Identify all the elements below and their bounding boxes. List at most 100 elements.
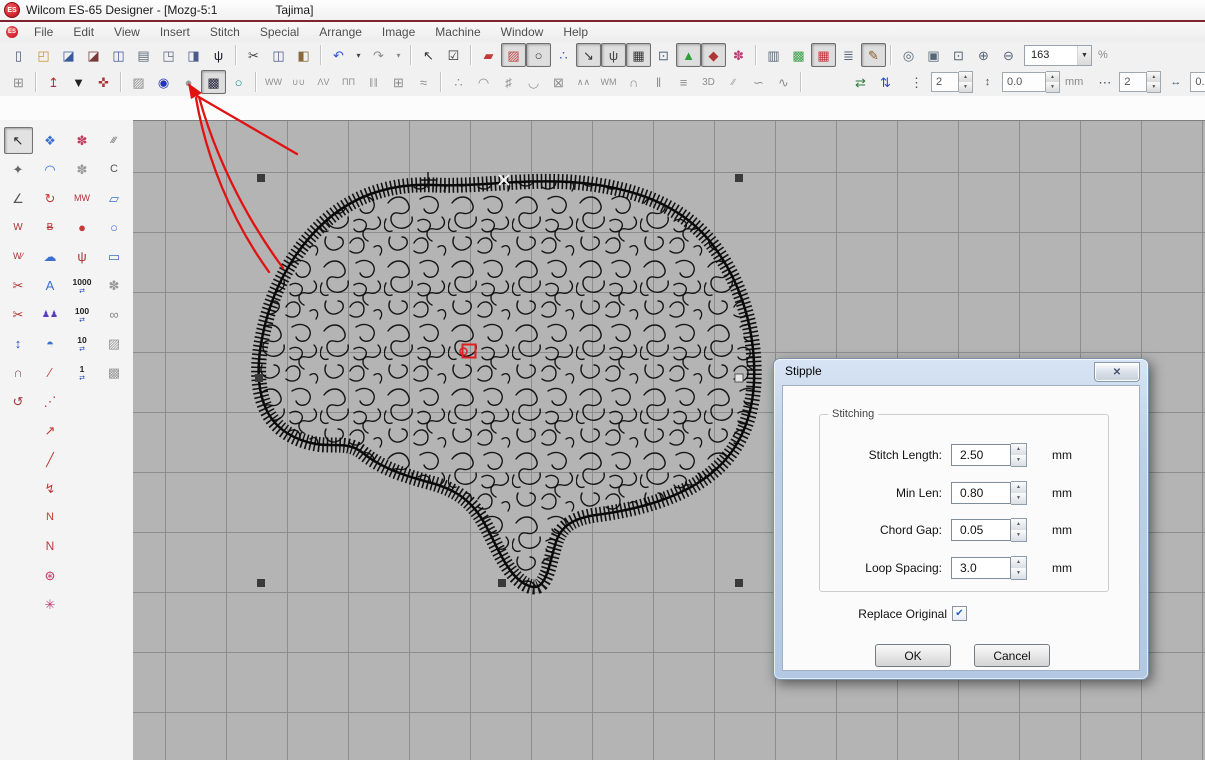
- handle-top-right[interactable]: [735, 174, 743, 182]
- dotted-run-tool-button[interactable]: ⋰: [36, 388, 65, 415]
- chord-gap-spinner[interactable]: ▲▼: [1011, 518, 1027, 542]
- row-spacing-spinner[interactable]: ▲▼: [1046, 71, 1060, 93]
- paste-button[interactable]: ◧: [291, 43, 316, 67]
- row-spacing-input[interactable]: 0.0: [1002, 72, 1046, 92]
- offset-fill-button[interactable]: ◉: [151, 70, 176, 94]
- row-spacing-icon-button[interactable]: ↕: [975, 70, 1000, 94]
- thread-colors-button[interactable]: ▩: [786, 43, 811, 67]
- columns-count-spin-down-icon[interactable]: ▼: [1147, 82, 1160, 92]
- needle-point-view-button[interactable]: ∴: [551, 43, 576, 67]
- stipple-fill-button[interactable]: ▩: [201, 70, 226, 94]
- handle-bottom-right[interactable]: [735, 579, 743, 587]
- warp-3d-button[interactable]: 3D: [696, 70, 721, 94]
- lettering-tool-button[interactable]: A: [36, 272, 65, 299]
- end-needle-position-button[interactable]: ▼: [66, 70, 91, 94]
- reshape-tool-button[interactable]: ❖: [36, 127, 65, 154]
- stitch-player-button[interactable]: ↖: [416, 43, 441, 67]
- column-spacing-input[interactable]: 0.0: [1190, 72, 1205, 92]
- stipple-thumb-button[interactable]: ▩: [100, 359, 129, 386]
- redo-button[interactable]: ↷: [366, 43, 391, 67]
- parallel-fill-button[interactable]: ‖: [646, 70, 671, 94]
- columns-count-input[interactable]: 2: [1119, 72, 1147, 92]
- rotate-tool-button[interactable]: ↻: [36, 185, 65, 212]
- fancy-fill-button[interactable]: ∕∕: [721, 70, 746, 94]
- row-spacing-spin-up-icon[interactable]: ▲: [1046, 72, 1059, 82]
- handle-mid-left[interactable]: [255, 374, 263, 382]
- wreath-rows-button[interactable]: ⋮: [904, 70, 929, 94]
- undo-button[interactable]: ↶: [326, 43, 351, 67]
- ellipse-tool-button[interactable]: ○: [100, 214, 129, 241]
- freehand-outline-button[interactable]: ∽: [746, 70, 771, 94]
- stitch-length-spinner[interactable]: ▲▼: [1011, 443, 1027, 467]
- color-film-button[interactable]: ▦: [811, 43, 836, 67]
- fence-fill-button[interactable]: ♯: [496, 70, 521, 94]
- cut-close-tool-button[interactable]: ✂: [4, 301, 33, 328]
- backstitch-tool-button[interactable]: N: [36, 504, 65, 531]
- handle-bottom-mid[interactable]: [498, 579, 506, 587]
- min-len-input[interactable]: 0.80: [951, 482, 1011, 504]
- ok-button[interactable]: OK: [875, 644, 951, 667]
- lattice-fill-button[interactable]: ⊞: [386, 70, 411, 94]
- mirror-vertical-button[interactable]: ⇅: [873, 70, 898, 94]
- save-design-as-button[interactable]: ◪: [81, 43, 106, 67]
- handle-bottom-left[interactable]: [257, 579, 265, 587]
- penetration-view-button[interactable]: ψ: [601, 43, 626, 67]
- zoom-in-button[interactable]: ⊕: [971, 43, 996, 67]
- travel-10-stitches-button[interactable]: 10⇄: [68, 330, 97, 357]
- menu-arrange[interactable]: Arrange: [309, 23, 372, 41]
- stitch-length-spin-down-icon[interactable]: ▼: [1011, 455, 1026, 466]
- stitch-length-input[interactable]: 2.50: [951, 444, 1011, 466]
- zoom-window-button[interactable]: ⊡: [946, 43, 971, 67]
- replace-original-checkbox[interactable]: ✔: [952, 606, 967, 621]
- freehand-fill-button[interactable]: ∿: [771, 70, 796, 94]
- row-spacing-spin-down-icon[interactable]: ▼: [1046, 82, 1059, 92]
- loop-spacing-spin-down-icon[interactable]: ▼: [1011, 568, 1026, 579]
- stitch-length-spin-up-icon[interactable]: ▲: [1011, 444, 1026, 455]
- select-tool-button[interactable]: ↖: [4, 127, 33, 154]
- bitmap-tools-button[interactable]: ▥: [761, 43, 786, 67]
- radial-fill-button[interactable]: ◠: [471, 70, 496, 94]
- flower-copy-tool-button[interactable]: ✽: [68, 156, 97, 183]
- pointer-view-button[interactable]: ↘: [576, 43, 601, 67]
- save-design-button[interactable]: ◪: [56, 43, 81, 67]
- travel-100-stitches-button[interactable]: 100⇄: [68, 301, 97, 328]
- grid-view-button[interactable]: ▦: [626, 43, 651, 67]
- outline-view-button[interactable]: ○: [526, 43, 551, 67]
- hoop-view-button[interactable]: ⊡: [651, 43, 676, 67]
- chevron-down-icon[interactable]: ▼: [1077, 46, 1091, 65]
- tatami-stitch-button[interactable]: ∪∪: [286, 70, 311, 94]
- columns-count-spinner[interactable]: ▲▼: [1147, 71, 1161, 93]
- menu-image[interactable]: Image: [372, 23, 425, 41]
- zoom-1-to-1-button[interactable]: ▣: [921, 43, 946, 67]
- cancel-button[interactable]: Cancel: [974, 644, 1050, 667]
- reshape-object-tool-button[interactable]: ◠: [36, 156, 65, 183]
- zoom-level-combo[interactable]: 163▼: [1024, 45, 1092, 66]
- penetrations-tool-button[interactable]: ∕∕∕: [100, 127, 129, 154]
- cap-frame-tool-button[interactable]: ◓: [36, 330, 65, 357]
- design-properties-button[interactable]: ✎: [861, 43, 886, 67]
- min-len-spin-up-icon[interactable]: ▲: [1011, 482, 1026, 493]
- circle-fill-button[interactable]: ●: [176, 70, 201, 94]
- add-entry-point-button[interactable]: ✜: [91, 70, 116, 94]
- column-tool-button[interactable]: ●: [68, 214, 97, 241]
- handle-mid-right[interactable]: [735, 374, 743, 382]
- copy-button[interactable]: ◫: [266, 43, 291, 67]
- wave-fill-button[interactable]: ≈: [411, 70, 436, 94]
- satin-run-tool-button[interactable]: N: [36, 533, 65, 560]
- remove-overlap-tool-button[interactable]: B: [36, 214, 65, 241]
- print-preview-button[interactable]: ◳: [156, 43, 181, 67]
- measure-tool-button[interactable]: ↕: [4, 330, 33, 357]
- team-names-tool-button[interactable]: ♟♟: [36, 301, 65, 328]
- cross-stitch-button[interactable]: ⊠: [546, 70, 571, 94]
- background-picture-button[interactable]: ✽: [726, 43, 751, 67]
- handle-top-left[interactable]: [257, 174, 265, 182]
- design-check-button[interactable]: ☑: [441, 43, 466, 67]
- curved-fill-button[interactable]: ◡: [521, 70, 546, 94]
- dialog-close-button[interactable]: ✕: [1094, 362, 1140, 382]
- rows-count-spin-up-icon[interactable]: ▲: [959, 72, 972, 82]
- pattern-stamp-button[interactable]: ▨: [126, 70, 151, 94]
- arc-tool-button[interactable]: C: [100, 156, 129, 183]
- fusion-fill-tool-button[interactable]: ☁: [36, 243, 65, 270]
- stitch-angle-tool-button[interactable]: W∕: [4, 243, 33, 270]
- complex-fill-tool-button[interactable]: ▱: [100, 185, 129, 212]
